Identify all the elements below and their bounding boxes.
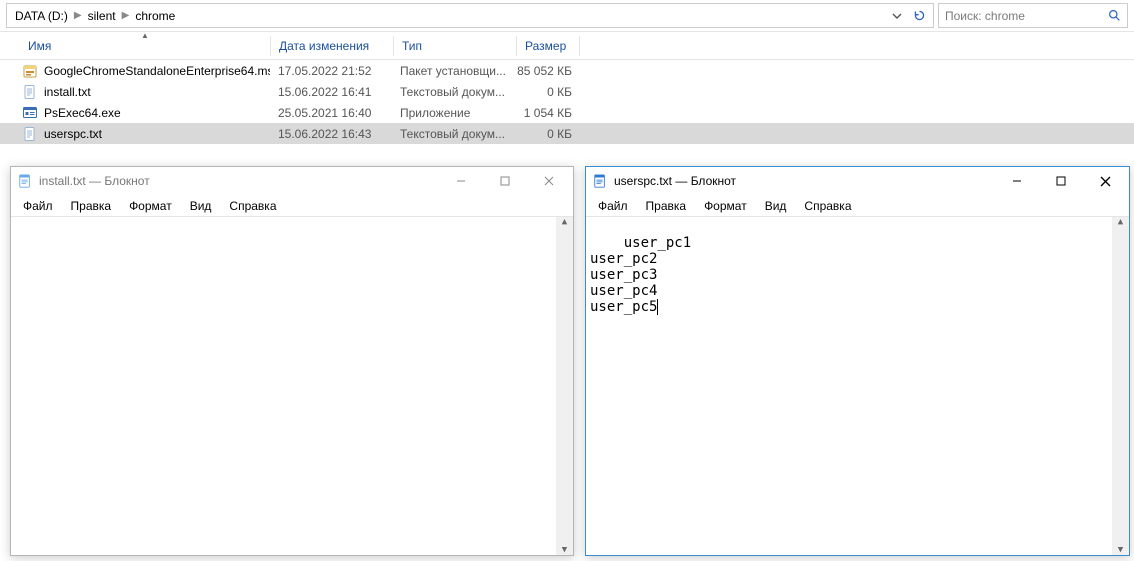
file-icon (22, 126, 38, 142)
file-row[interactable]: PsExec64.exe 25.05.2021 16:40Приложение1 … (0, 102, 1134, 123)
file-date: 15.06.2022 16:43 (270, 127, 392, 141)
chevron-right-icon: ▶ (120, 10, 132, 21)
file-row[interactable]: userspc.txt 15.06.2022 16:43Текстовый док… (0, 123, 1134, 144)
file-type: Текстовый докум... (392, 127, 514, 141)
scrollbar-vertical[interactable]: ▲▼ (1112, 217, 1129, 555)
sort-ascending-icon: ▲ (141, 31, 149, 40)
notepad-icon (17, 173, 33, 189)
menu-file[interactable]: Файл (15, 197, 61, 215)
breadcrumb-item[interactable]: chrome (131, 7, 179, 25)
explorer-toolbar: DATA (D:) ▶ silent ▶ chrome Поиск: chrom… (0, 0, 1134, 32)
menubar: Файл Правка Формат Вид Справка (11, 195, 573, 217)
file-name: userspc.txt (44, 127, 102, 141)
file-name: install.txt (44, 85, 91, 99)
menubar: Файл Правка Формат Вид Справка (586, 195, 1129, 217)
file-size: 85 052 КБ (514, 64, 576, 78)
menu-edit[interactable]: Правка (638, 197, 695, 215)
column-header-type[interactable]: Тип (394, 33, 516, 59)
file-type: Текстовый докум... (392, 85, 514, 99)
window-title: userspc.txt — Блокнот (614, 174, 995, 188)
breadcrumb-item[interactable]: DATA (D:) (11, 7, 72, 25)
file-row[interactable]: install.txt 15.06.2022 16:41Текстовый док… (0, 81, 1134, 102)
file-type: Пакет установщи... (392, 64, 514, 78)
text-area[interactable]: user_pc1 user_pc2 user_pc3 user_pc4 user… (586, 217, 1129, 555)
refresh-button[interactable] (909, 6, 929, 26)
column-header-name[interactable]: ▲ Имя (20, 33, 270, 59)
notepad-window-install[interactable]: install.txt — Блокнот Файл Правка Формат… (10, 166, 574, 556)
file-icon (22, 84, 38, 100)
close-button[interactable] (1083, 167, 1127, 195)
menu-view[interactable]: Вид (182, 197, 220, 215)
window-title: install.txt — Блокнот (39, 174, 439, 188)
file-icon (22, 63, 38, 79)
notepad-window-userspc[interactable]: userspc.txt — Блокнот Файл Правка Формат… (585, 166, 1130, 556)
maximize-button[interactable] (1039, 167, 1083, 195)
file-date: 25.05.2021 16:40 (270, 106, 392, 120)
file-name: GoogleChromeStandaloneEnterprise64.msi (44, 64, 270, 78)
minimize-button[interactable] (995, 167, 1039, 195)
minimize-button[interactable] (439, 167, 483, 195)
file-date: 15.06.2022 16:41 (270, 85, 392, 99)
menu-help[interactable]: Справка (221, 197, 284, 215)
menu-help[interactable]: Справка (796, 197, 859, 215)
menu-view[interactable]: Вид (757, 197, 795, 215)
search-input[interactable]: Поиск: chrome (938, 3, 1128, 28)
breadcrumb-item[interactable]: silent (84, 7, 120, 25)
column-header-date[interactable]: Дата изменения (271, 33, 393, 59)
column-headers: ▲ Имя Дата изменения Тип Размер (0, 32, 1134, 60)
notepad-icon (592, 173, 608, 189)
chevron-right-icon: ▶ (72, 10, 84, 21)
search-icon (1108, 9, 1121, 22)
close-button[interactable] (527, 167, 571, 195)
menu-edit[interactable]: Правка (63, 197, 120, 215)
file-icon (22, 105, 38, 121)
file-size: 0 КБ (514, 127, 576, 141)
search-placeholder: Поиск: chrome (945, 9, 1108, 23)
file-row[interactable]: GoogleChromeStandaloneEnterprise64.msi17… (0, 60, 1134, 81)
file-list: GoogleChromeStandaloneEnterprise64.msi17… (0, 60, 1134, 144)
history-dropdown-button[interactable] (887, 6, 907, 26)
scrollbar-vertical[interactable]: ▲▼ (556, 217, 573, 555)
column-header-size[interactable]: Размер (517, 33, 579, 59)
address-bar[interactable]: DATA (D:) ▶ silent ▶ chrome (6, 3, 934, 28)
titlebar[interactable]: install.txt — Блокнот (11, 167, 573, 195)
file-size: 1 054 КБ (514, 106, 576, 120)
titlebar[interactable]: userspc.txt — Блокнот (586, 167, 1129, 195)
menu-file[interactable]: Файл (590, 197, 636, 215)
text-area[interactable]: ▲▼ (11, 217, 573, 555)
file-name: PsExec64.exe (44, 106, 121, 120)
maximize-button[interactable] (483, 167, 527, 195)
file-date: 17.05.2022 21:52 (270, 64, 392, 78)
menu-format[interactable]: Формат (696, 197, 755, 215)
file-size: 0 КБ (514, 85, 576, 99)
text-caret (657, 299, 658, 315)
menu-format[interactable]: Формат (121, 197, 180, 215)
file-type: Приложение (392, 106, 514, 120)
